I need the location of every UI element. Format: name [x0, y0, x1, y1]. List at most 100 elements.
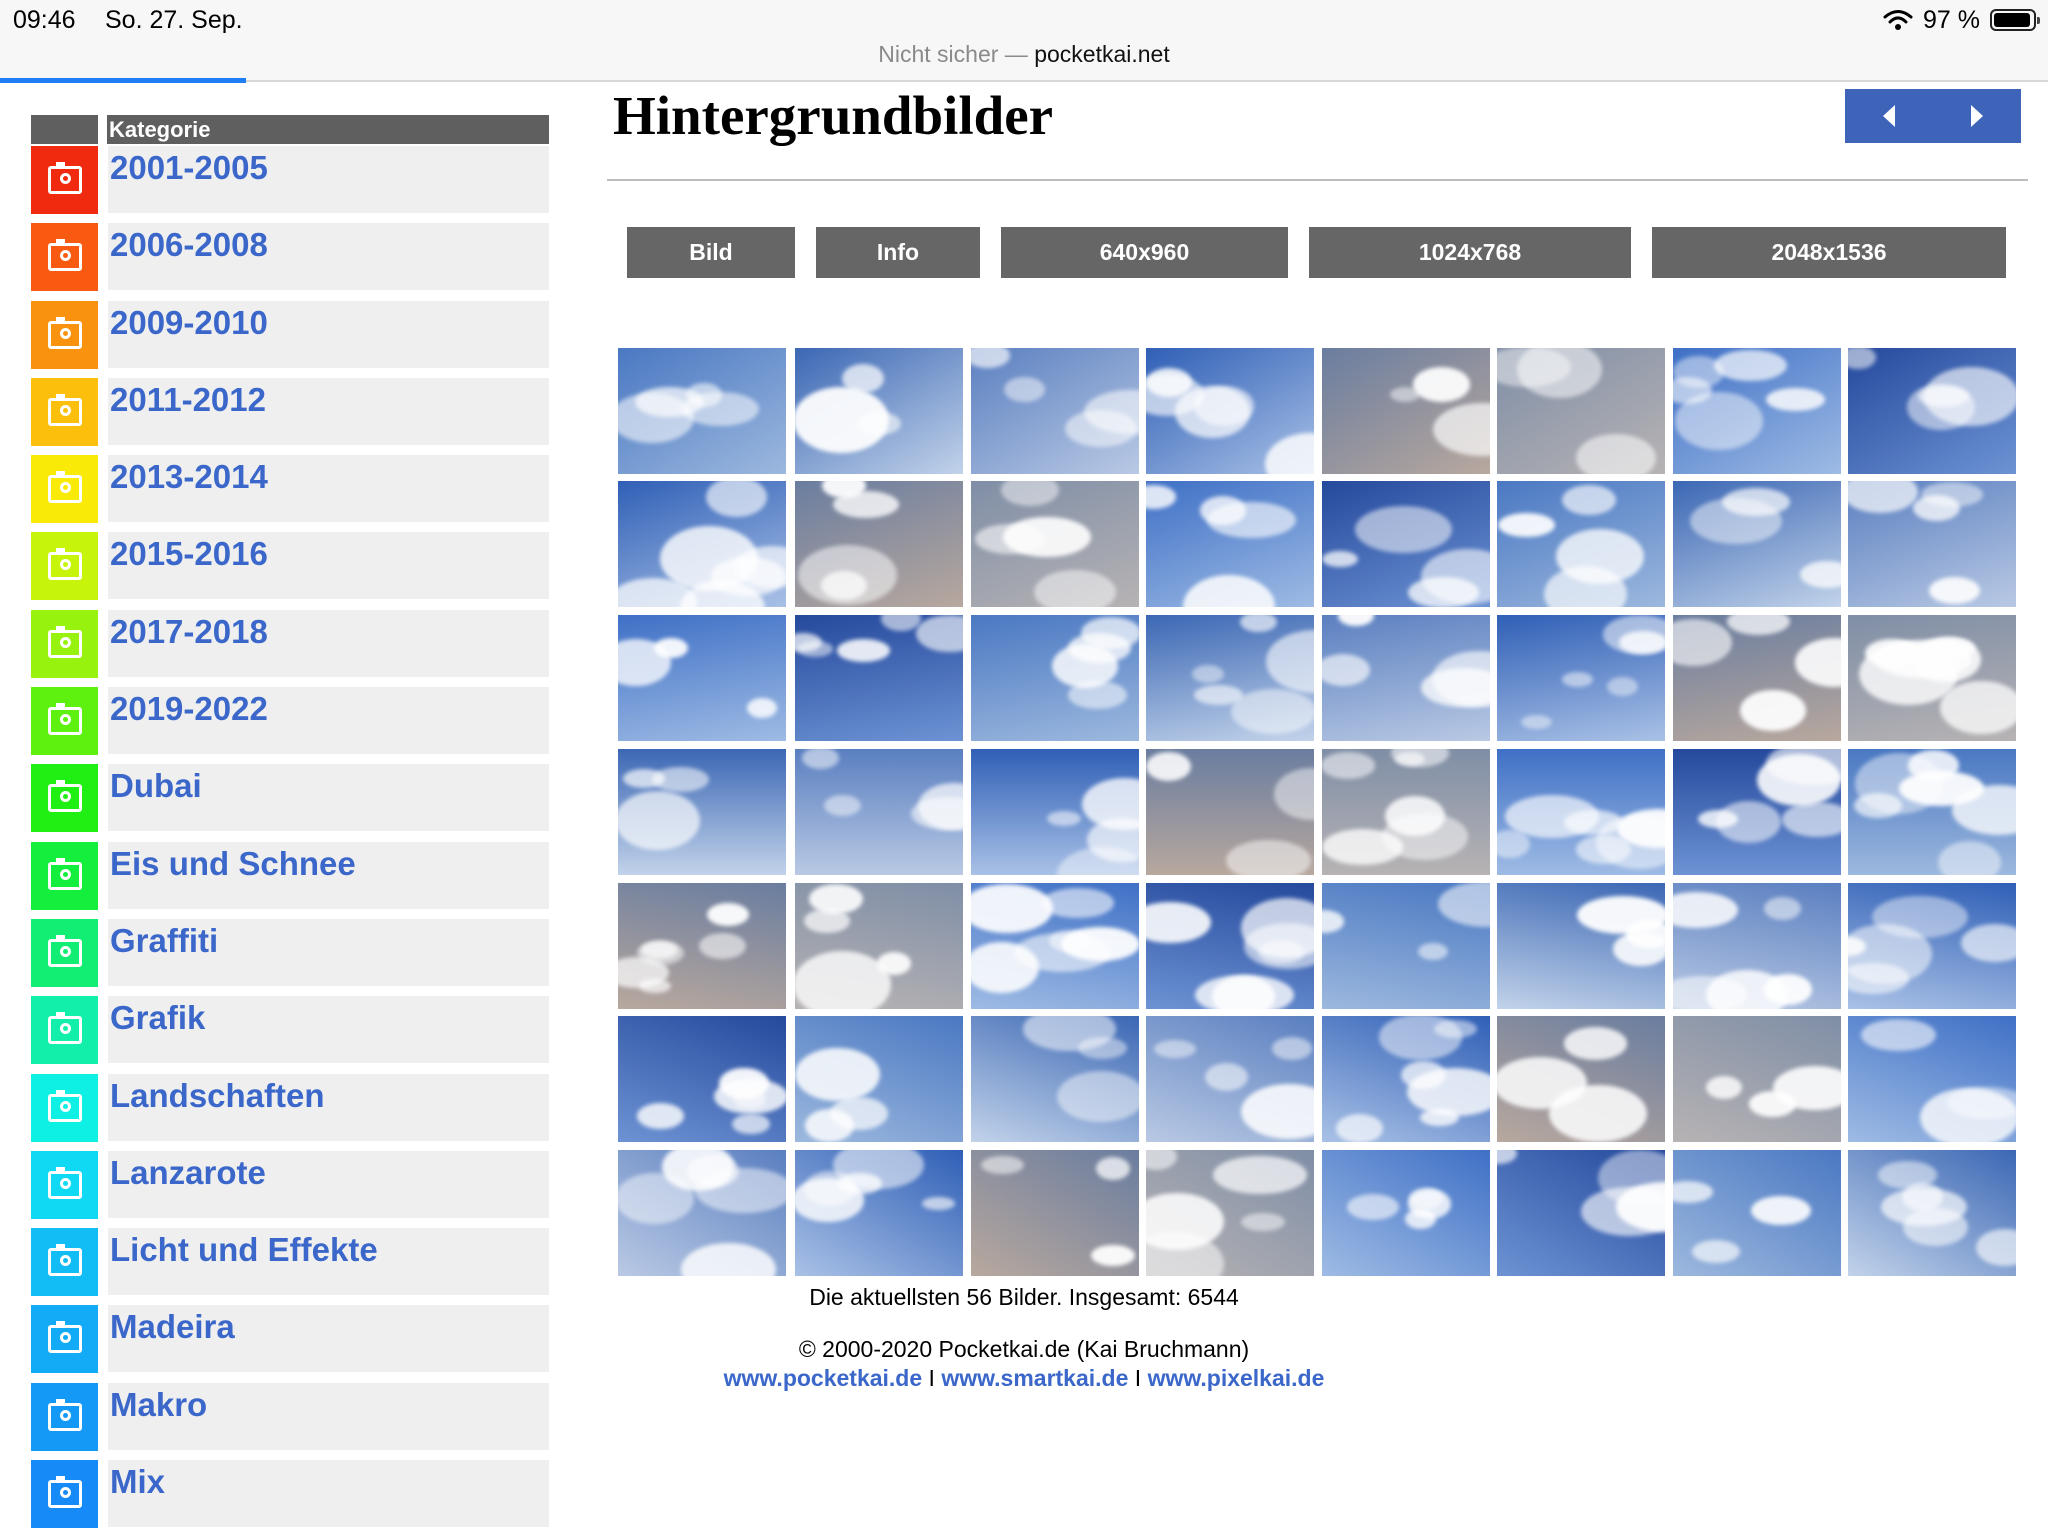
sky-thumbnail[interactable]	[618, 348, 786, 474]
category-link[interactable]: 2011-2012	[110, 381, 266, 419]
sky-thumbnail[interactable]	[971, 749, 1139, 875]
sidebar-item[interactable]: 2001-2005	[31, 144, 549, 221]
sidebar-item[interactable]: Eis und Schnee	[31, 840, 549, 917]
sky-thumbnail[interactable]	[1848, 1150, 2016, 1276]
sky-thumbnail[interactable]	[1673, 348, 1841, 474]
sky-thumbnail[interactable]	[795, 1150, 963, 1276]
sky-thumbnail[interactable]	[1848, 749, 2016, 875]
category-link[interactable]: 2019-2022	[110, 690, 268, 728]
category-icon-cell[interactable]	[31, 455, 98, 524]
sky-thumbnail[interactable]	[1673, 615, 1841, 741]
sidebar-item[interactable]: 2019-2022	[31, 685, 549, 762]
sky-thumbnail[interactable]	[971, 1016, 1139, 1142]
sky-thumbnail[interactable]	[1322, 749, 1490, 875]
sky-thumbnail[interactable]	[795, 615, 963, 741]
category-link[interactable]: Graffiti	[110, 922, 218, 960]
sidebar-item[interactable]: 2006-2008	[31, 221, 549, 298]
sky-thumbnail[interactable]	[618, 481, 786, 607]
category-link[interactable]: Grafik	[110, 999, 205, 1037]
category-icon-cell[interactable]	[31, 1073, 98, 1142]
sky-thumbnail[interactable]	[795, 1016, 963, 1142]
sky-thumbnail[interactable]	[1497, 1150, 1665, 1276]
sky-thumbnail[interactable]	[1673, 883, 1841, 1009]
sky-thumbnail[interactable]	[618, 883, 786, 1009]
sky-thumbnail[interactable]	[1146, 1016, 1314, 1142]
category-link[interactable]: Eis und Schnee	[110, 845, 356, 883]
url-bar[interactable]: Nicht sicher — pocketkai.net	[0, 40, 2048, 83]
sky-thumbnail[interactable]	[1322, 615, 1490, 741]
sky-thumbnail[interactable]	[618, 1016, 786, 1142]
sidebar-item[interactable]: Grafik	[31, 994, 549, 1071]
sidebar-item[interactable]: 2011-2012	[31, 376, 549, 453]
category-link[interactable]: 2006-2008	[110, 226, 268, 264]
category-icon-cell[interactable]	[31, 377, 98, 446]
sky-thumbnail[interactable]	[1848, 1016, 2016, 1142]
sky-thumbnail[interactable]	[1322, 1016, 1490, 1142]
sky-thumbnail[interactable]	[971, 481, 1139, 607]
category-icon-cell[interactable]	[31, 1460, 98, 1529]
next-button[interactable]	[1933, 89, 2021, 143]
category-icon-cell[interactable]	[31, 532, 98, 601]
sky-thumbnail[interactable]	[1848, 481, 2016, 607]
sky-thumbnail[interactable]	[1673, 1150, 1841, 1276]
category-link[interactable]: Licht und Effekte	[110, 1231, 378, 1269]
sky-thumbnail[interactable]	[1322, 348, 1490, 474]
category-link[interactable]: 2013-2014	[110, 458, 268, 496]
category-icon-cell[interactable]	[31, 146, 98, 214]
sidebar-item[interactable]: 2017-2018	[31, 608, 549, 685]
link-pixelkai[interactable]: www.pixelkai.de	[1148, 1365, 1325, 1391]
link-pocketkai[interactable]: www.pocketkai.de	[724, 1365, 923, 1391]
link-smartkai[interactable]: www.smartkai.de	[941, 1365, 1128, 1391]
sky-thumbnail[interactable]	[1497, 348, 1665, 474]
category-icon-cell[interactable]	[31, 841, 98, 910]
sky-thumbnail[interactable]	[1848, 348, 2016, 474]
sky-thumbnail[interactable]	[795, 481, 963, 607]
category-link[interactable]: Mix	[110, 1463, 165, 1501]
sky-thumbnail[interactable]	[795, 883, 963, 1009]
sidebar-item[interactable]: 2009-2010	[31, 299, 549, 376]
sky-thumbnail[interactable]	[1322, 883, 1490, 1009]
category-icon-cell[interactable]	[31, 300, 98, 369]
category-icon-cell[interactable]	[31, 609, 98, 678]
sky-thumbnail[interactable]	[1673, 1016, 1841, 1142]
category-icon-cell[interactable]	[31, 223, 98, 292]
sidebar-item[interactable]: Graffiti	[31, 917, 549, 994]
category-link[interactable]: 2017-2018	[110, 613, 268, 651]
category-icon-cell[interactable]	[31, 918, 98, 987]
sky-thumbnail[interactable]	[1497, 481, 1665, 607]
category-link[interactable]: 2015-2016	[110, 535, 268, 573]
prev-button[interactable]	[1845, 89, 1933, 143]
sky-thumbnail[interactable]	[1146, 883, 1314, 1009]
sky-thumbnail[interactable]	[1497, 615, 1665, 741]
sky-thumbnail[interactable]	[1146, 749, 1314, 875]
category-icon-cell[interactable]	[31, 764, 98, 833]
sky-thumbnail[interactable]	[1146, 481, 1314, 607]
sky-thumbnail[interactable]	[1146, 348, 1314, 474]
category-link[interactable]: Lanzarote	[110, 1154, 266, 1192]
tab-1024x768[interactable]: 1024x768	[1309, 227, 1631, 278]
sky-thumbnail[interactable]	[1322, 1150, 1490, 1276]
sky-thumbnail[interactable]	[1848, 883, 2016, 1009]
category-icon-cell[interactable]	[31, 1150, 98, 1219]
sky-thumbnail[interactable]	[1497, 883, 1665, 1009]
tab-640x960[interactable]: 640x960	[1001, 227, 1288, 278]
sky-thumbnail[interactable]	[1146, 1150, 1314, 1276]
sky-thumbnail[interactable]	[1322, 481, 1490, 607]
sky-thumbnail[interactable]	[795, 749, 963, 875]
sky-thumbnail[interactable]	[1146, 615, 1314, 741]
category-link[interactable]: Landschaften	[110, 1077, 325, 1115]
sky-thumbnail[interactable]	[971, 615, 1139, 741]
sky-thumbnail[interactable]	[1497, 1016, 1665, 1142]
category-icon-cell[interactable]	[31, 1382, 98, 1451]
sidebar-item[interactable]: Lanzarote	[31, 1149, 549, 1226]
sky-thumbnail[interactable]	[971, 1150, 1139, 1276]
sky-thumbnail[interactable]	[1848, 615, 2016, 741]
sidebar-item[interactable]: Landschaften	[31, 1072, 549, 1149]
sidebar-item[interactable]: Makro	[31, 1381, 549, 1458]
sky-thumbnail[interactable]	[971, 883, 1139, 1009]
tab-2048x1536[interactable]: 2048x1536	[1652, 227, 2006, 278]
sky-thumbnail[interactable]	[618, 1150, 786, 1276]
category-link[interactable]: Dubai	[110, 767, 202, 805]
sky-thumbnail[interactable]	[618, 749, 786, 875]
tab-bild[interactable]: Bild	[627, 227, 795, 278]
